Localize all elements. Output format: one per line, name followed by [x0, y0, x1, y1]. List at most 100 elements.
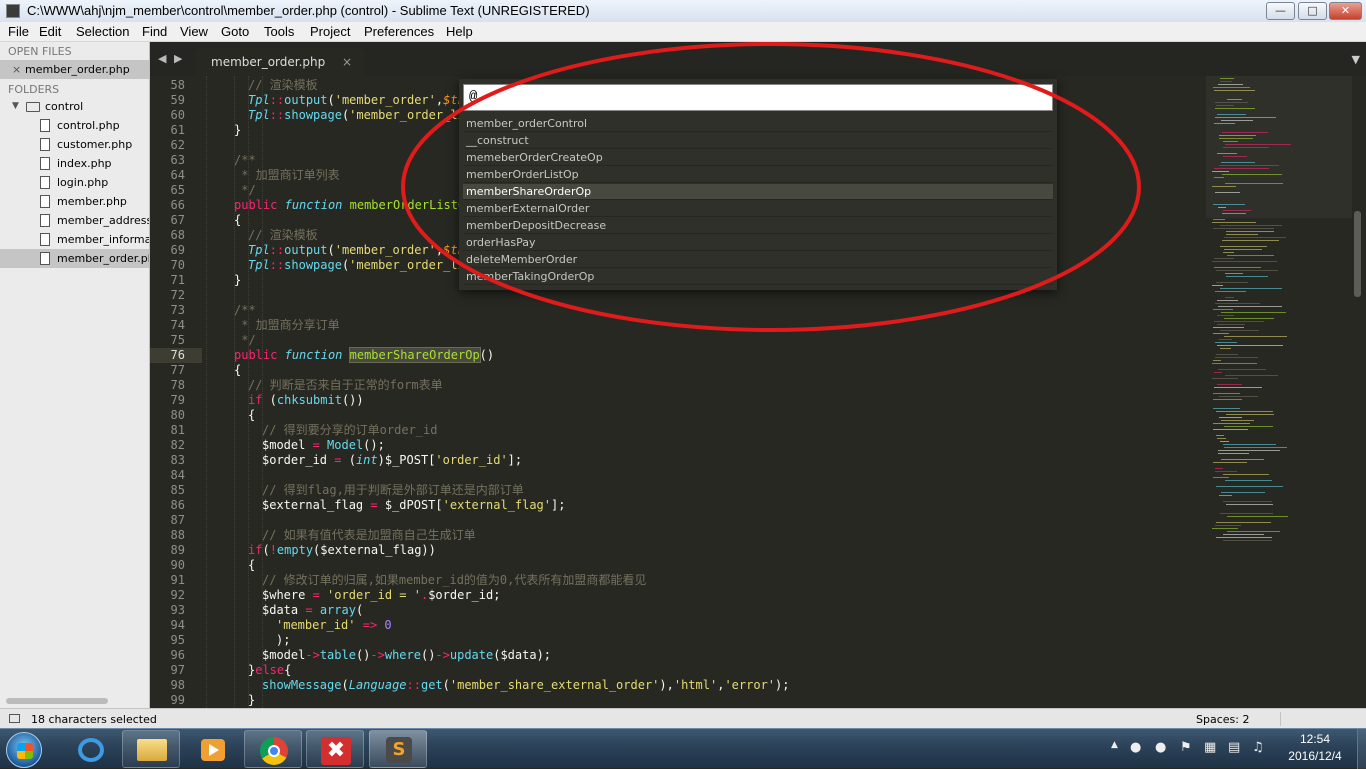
- minimap-line: [1219, 165, 1279, 166]
- line-number: 81: [170, 423, 185, 437]
- taskbar-explorer[interactable]: [122, 730, 180, 768]
- minimap-line: [1213, 360, 1221, 361]
- code-line: $external_flag = $_dPOST['external_flag'…: [262, 498, 566, 512]
- symbol-list-item[interactable]: orderHasPay: [463, 235, 1053, 251]
- file-item[interactable]: member_address.p: [0, 211, 149, 230]
- symbol-list-item[interactable]: member_orderControl: [463, 116, 1053, 132]
- symbol-list-item[interactable]: memberTakingOrderOp: [463, 269, 1053, 285]
- line-number: 93: [170, 603, 185, 617]
- taskbar-media-player[interactable]: [183, 730, 241, 768]
- file-label: member_address.p: [57, 214, 149, 227]
- line-number: 59: [170, 93, 185, 107]
- menu-help[interactable]: Help: [446, 24, 473, 39]
- menu-goto[interactable]: Goto: [221, 24, 249, 39]
- windows-logo-icon: [17, 743, 33, 759]
- volume-icon[interactable]: ♫: [1252, 740, 1264, 755]
- file-item[interactable]: control.php: [0, 116, 149, 135]
- menu-edit[interactable]: Edit: [39, 24, 61, 39]
- sublime-app-icon: [6, 4, 20, 18]
- file-item[interactable]: member_informati: [0, 230, 149, 249]
- tab-right-arrow-icon[interactable]: ▶: [174, 52, 182, 65]
- folder-item-control[interactable]: ▼ control: [0, 97, 149, 116]
- code-line: Tpl::output('member_order',$th: [248, 93, 465, 107]
- minimap-line: [1221, 312, 1286, 313]
- symbol-list-item[interactable]: memberExternalOrder: [463, 201, 1053, 217]
- maximize-button[interactable]: □: [1298, 2, 1327, 20]
- close-button[interactable]: ✕: [1329, 2, 1362, 20]
- close-icon[interactable]: ×: [12, 60, 21, 79]
- minimap-line: [1223, 141, 1238, 142]
- file-item[interactable]: customer.php: [0, 135, 149, 154]
- symbol-search-input[interactable]: @: [463, 84, 1053, 111]
- minimap-line: [1213, 327, 1244, 328]
- device-icon[interactable]: ▦: [1204, 740, 1216, 755]
- start-button[interactable]: [6, 732, 42, 768]
- code-line: );: [276, 633, 291, 647]
- menu-tools[interactable]: Tools: [264, 24, 294, 39]
- minimap-line: [1214, 372, 1222, 373]
- tab-dropdown-icon[interactable]: ▼: [1352, 53, 1360, 66]
- taskbar-xmind[interactable]: ✖: [306, 730, 364, 768]
- minimap-line: [1215, 342, 1237, 343]
- minimap-line: [1216, 354, 1238, 355]
- tab-close-icon[interactable]: ×: [342, 55, 352, 69]
- file-item[interactable]: index.php: [0, 154, 149, 173]
- vertical-scrollbar-thumb[interactable]: [1354, 211, 1361, 297]
- file-item-selected[interactable]: member_order.ph: [0, 249, 149, 268]
- menu-find[interactable]: Find: [142, 24, 167, 39]
- file-label: control.php: [57, 119, 120, 132]
- file-item[interactable]: member.php: [0, 192, 149, 211]
- clock-date: 2016/12/4: [1288, 749, 1342, 763]
- symbol-list-item[interactable]: memberShareOrderOp: [463, 184, 1053, 200]
- taskbar-sublime[interactable]: S: [369, 730, 427, 768]
- line-number: 69: [170, 243, 185, 257]
- symbol-list-item[interactable]: memeberOrderCreateOp: [463, 150, 1053, 166]
- code-line: * 加盟商分享订单: [234, 318, 340, 332]
- signal-icon[interactable]: ▤: [1228, 740, 1240, 755]
- minimap-line: [1216, 282, 1248, 283]
- taskbar-clock[interactable]: 12:54 2016/12/4: [1280, 731, 1350, 765]
- sidebar-scrollbar[interactable]: [6, 698, 108, 704]
- menu-preferences[interactable]: Preferences: [364, 24, 434, 39]
- panel-toggle-icon[interactable]: [9, 714, 20, 723]
- folders-header: FOLDERS: [8, 83, 60, 96]
- indentation-status[interactable]: Spaces: 2: [1196, 713, 1249, 726]
- line-number: 88: [170, 528, 185, 542]
- minimap[interactable]: [1208, 76, 1353, 708]
- taskbar-chrome[interactable]: [244, 730, 302, 768]
- tray-expand-icon[interactable]: ▲: [1111, 740, 1118, 750]
- minimap-line: [1221, 420, 1254, 421]
- symbol-list-item[interactable]: memberOrderListOp: [463, 167, 1053, 183]
- menu-project[interactable]: Project: [310, 24, 350, 39]
- minimap-line: [1212, 285, 1223, 286]
- tab-member-order[interactable]: member_order.php ×: [196, 48, 364, 76]
- line-number: 91: [170, 573, 185, 587]
- minimize-button[interactable]: —: [1266, 2, 1295, 20]
- code-line: {: [234, 213, 242, 227]
- file-icon: [40, 252, 50, 265]
- code-line: /**: [234, 303, 256, 317]
- symbol-list-item[interactable]: __construct: [463, 133, 1053, 149]
- show-desktop-button[interactable]: [1357, 729, 1366, 769]
- menu-file[interactable]: File: [8, 24, 29, 39]
- menu-view[interactable]: View: [180, 24, 208, 39]
- open-file-item[interactable]: × member_order.php: [0, 60, 149, 79]
- folder-label: control: [45, 100, 84, 113]
- symbol-list-item[interactable]: deleteMemberOrder: [463, 252, 1053, 268]
- minimap-line: [1220, 81, 1232, 82]
- minimap-line: [1225, 144, 1291, 145]
- network-warning-icon[interactable]: ⚑: [1180, 740, 1192, 755]
- minimap-line: [1218, 453, 1249, 454]
- qq-icon[interactable]: ●: [1130, 740, 1141, 755]
- minimap-line: [1227, 516, 1288, 517]
- code-line: // 得到flag,用于判断是外部订单还是内部订单: [262, 483, 524, 497]
- line-number: 67: [170, 213, 185, 227]
- minimap-line: [1225, 183, 1283, 184]
- menu-selection[interactable]: Selection: [76, 24, 129, 39]
- tab-left-arrow-icon[interactable]: ◀: [158, 52, 166, 65]
- taskbar-ie[interactable]: [61, 730, 119, 768]
- qq-icon-2[interactable]: ●: [1155, 740, 1166, 755]
- file-item[interactable]: login.php: [0, 173, 149, 192]
- minimap-line: [1213, 333, 1229, 334]
- symbol-list-item[interactable]: memberDepositDecrease: [463, 218, 1053, 234]
